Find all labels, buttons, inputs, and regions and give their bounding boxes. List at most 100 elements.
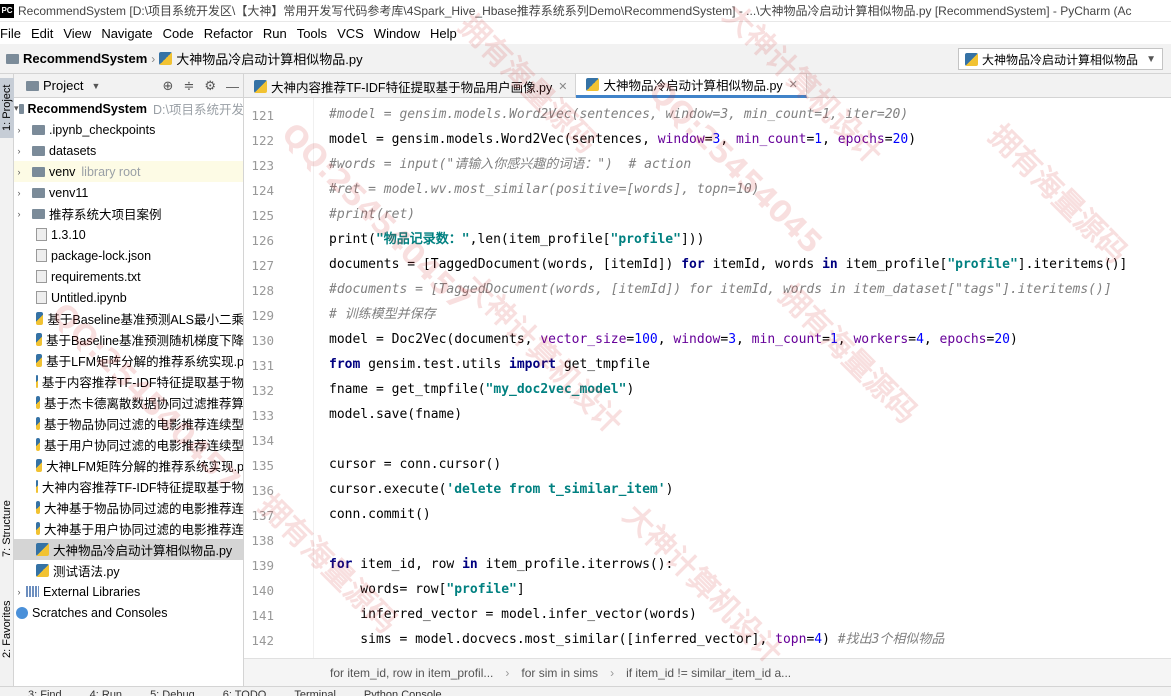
tree-scratches[interactable]: Scratches and Consoles <box>14 602 243 623</box>
menu-edit[interactable]: Edit <box>26 26 58 41</box>
code-line[interactable]: model = gensim.models.Word2Vec(sentences… <box>329 127 916 152</box>
code-line[interactable]: inferred_vector = model.infer_vector(wor… <box>329 602 697 627</box>
tree-item[interactable]: 大神LFM矩阵分解的推荐系统实现.p <box>14 455 243 476</box>
hide-panel-icon[interactable]: — <box>226 79 239 94</box>
tree-item[interactable]: 大神基于用户协同过滤的电影推荐连 <box>14 518 243 539</box>
tree-item[interactable]: › .ipynb_checkpoints <box>14 119 243 140</box>
tree-item[interactable]: package-lock.json <box>14 245 243 266</box>
menu-tools[interactable]: Tools <box>292 26 332 41</box>
tool-debug[interactable]: 5: Debug <box>150 687 195 696</box>
tree-item[interactable]: 基于物品协同过滤的电影推荐连续型 <box>14 413 243 434</box>
tree-item[interactable]: 测试语法.py <box>14 560 243 581</box>
code-line[interactable]: from gensim.test.utils import get_tmpfil… <box>329 352 650 377</box>
locate-file-icon[interactable]: ⊕ <box>163 78 174 94</box>
code-line[interactable]: model.save(fname) <box>329 402 462 427</box>
tab-project-tool[interactable]: 1: Project <box>0 78 14 138</box>
chevron-right-icon: › <box>17 187 21 198</box>
chevron-right-icon: › <box>17 166 21 177</box>
code-line[interactable]: documents = [TaggedDocument(words, [item… <box>329 252 1127 277</box>
tree-item-selected[interactable]: 大神物品冷启动计算相似物品.py <box>14 539 243 560</box>
code-line[interactable]: #documents = [TaggedDocument(words, [ite… <box>329 277 1112 302</box>
editor-tab[interactable]: 大神内容推荐TF-IDF特征提取基于物品用户画像.py ✕ <box>244 74 577 98</box>
python-file-icon <box>36 312 44 325</box>
code-editor[interactable]: 121 122 123 124 125 126 127 128 129 130 … <box>244 98 1171 658</box>
menu-file[interactable]: File <box>0 26 26 41</box>
editor-tab-active[interactable]: 大神物品冷启动计算相似物品.py ✕ <box>576 74 807 98</box>
tab-structure-tool[interactable]: 7: Structure <box>0 494 14 564</box>
tool-python-console[interactable]: Python Console <box>364 687 442 696</box>
code-line[interactable]: #print(ret) <box>329 202 415 227</box>
code-line[interactable]: # 训练模型并保存 <box>329 302 436 327</box>
tree-item[interactable]: 基于杰卡德离散数据协同过滤推荐算 <box>14 392 243 413</box>
line-number: 139 <box>251 558 274 573</box>
breadcrumb-item[interactable]: for sim in sims <box>521 666 598 680</box>
tree-item[interactable]: › 推荐系统大项目案例 <box>14 203 243 224</box>
nav-file-crumb[interactable]: 大神物品冷启动计算相似物品.py <box>159 49 363 68</box>
close-icon[interactable]: ✕ <box>558 80 567 93</box>
line-number: 138 <box>251 533 274 548</box>
tree-item[interactable]: 1.3.10 <box>14 224 243 245</box>
tree-item[interactable]: 基于LFM矩阵分解的推荐系统实现.p <box>14 350 243 371</box>
menu-view[interactable]: View <box>58 26 96 41</box>
editor-tabs: 大神内容推荐TF-IDF特征提取基于物品用户画像.py ✕ 大神物品冷启动计算相… <box>244 74 1171 98</box>
project-view-select[interactable]: Project ▼ <box>26 78 100 93</box>
tree-root[interactable]: ▾ RecommendSystem D:\项目系统开发 <box>14 98 243 119</box>
folder-icon <box>32 208 45 219</box>
menu-code[interactable]: Code <box>158 26 199 41</box>
menu-vcs[interactable]: VCS <box>332 26 369 41</box>
line-number: 129 <box>251 308 274 323</box>
code-line[interactable]: #words = input("请输入你感兴趣的词语：") # action <box>329 152 691 177</box>
tree-item[interactable]: Untitled.ipynb <box>14 287 243 308</box>
code-line[interactable]: model = Doc2Vec(documents, vector_size=1… <box>329 327 1018 352</box>
code-line[interactable]: fname = get_tmpfile("my_doc2vec_model") <box>329 377 634 402</box>
tree-item[interactable]: › venv11 <box>14 182 243 203</box>
menu-window[interactable]: Window <box>369 26 425 41</box>
menu-help[interactable]: Help <box>425 26 462 41</box>
tab-favorites-tool[interactable]: 2: Favorites <box>0 594 14 664</box>
run-configuration-select[interactable]: 大神物品冷启动计算相似物品 ▼ <box>958 48 1163 70</box>
tree-item[interactable]: 基于Baseline基准预测随机梯度下降 <box>14 329 243 350</box>
code-line[interactable]: cursor.execute('delete from t_similar_it… <box>329 477 673 502</box>
code-line[interactable]: for item_id, row in item_profile.iterrow… <box>329 552 673 577</box>
python-file-icon <box>36 396 40 409</box>
gear-icon[interactable]: ⚙ <box>204 78 216 94</box>
code-line[interactable]: print("物品记录数：",len(item_profile["profile… <box>329 227 704 252</box>
tree-item[interactable]: 大神基于物品协同过滤的电影推荐连 <box>14 497 243 518</box>
tool-terminal[interactable]: Terminal <box>294 687 336 696</box>
close-icon[interactable]: ✕ <box>789 78 798 91</box>
code-line[interactable]: #ret = model.wv.most_similar(positive=[w… <box>329 177 759 202</box>
tree-item[interactable]: 基于Baseline基准预测ALS最小二乘 <box>14 308 243 329</box>
code-line[interactable]: #model = gensim.models.Word2Vec(sentence… <box>329 102 908 127</box>
menu-run[interactable]: Run <box>258 26 292 41</box>
python-file-icon <box>36 501 40 514</box>
python-file-icon <box>36 564 49 577</box>
tool-run[interactable]: 4: Run <box>90 687 122 696</box>
breadcrumb-item[interactable]: for item_id, row in item_profil... <box>330 666 493 680</box>
code-line[interactable]: cursor = conn.cursor() <box>329 452 501 477</box>
line-number: 131 <box>251 358 274 373</box>
line-number: 136 <box>251 483 274 498</box>
tree-external-libraries[interactable]: › External Libraries <box>14 581 243 602</box>
tool-find[interactable]: 3: Find <box>28 687 62 696</box>
tree-item[interactable]: 基于用户协同过滤的电影推荐连续型 <box>14 434 243 455</box>
tree-item[interactable]: requirements.txt <box>14 266 243 287</box>
chevron-right-icon: › <box>151 51 156 66</box>
tree-item[interactable]: › venv library root <box>14 161 243 182</box>
tree-item-label: 1.3.10 <box>51 227 86 242</box>
line-number: 125 <box>251 208 274 223</box>
tree-item[interactable]: 基于内容推荐TF-IDF特征提取基于物 <box>14 371 243 392</box>
line-number: 127 <box>251 258 274 273</box>
nav-project-crumb[interactable]: RecommendSystem <box>6 51 147 66</box>
tree-item[interactable]: › datasets <box>14 140 243 161</box>
code-line[interactable]: words= row["profile"] <box>329 577 524 602</box>
line-number: 142 <box>251 633 274 648</box>
folder-icon <box>32 166 45 177</box>
code-line[interactable]: conn.commit() <box>329 502 431 527</box>
breadcrumb-item[interactable]: if item_id != similar_item_id a... <box>626 666 791 680</box>
tool-todo[interactable]: 6: TODO <box>223 687 267 696</box>
menu-navigate[interactable]: Navigate <box>96 26 157 41</box>
tree-item[interactable]: 大神内容推荐TF-IDF特征提取基于物 <box>14 476 243 497</box>
collapse-all-icon[interactable]: ≑ <box>183 78 194 94</box>
menu-refactor[interactable]: Refactor <box>199 26 258 41</box>
code-line[interactable]: sims = model.docvecs.most_similar([infer… <box>329 627 944 652</box>
